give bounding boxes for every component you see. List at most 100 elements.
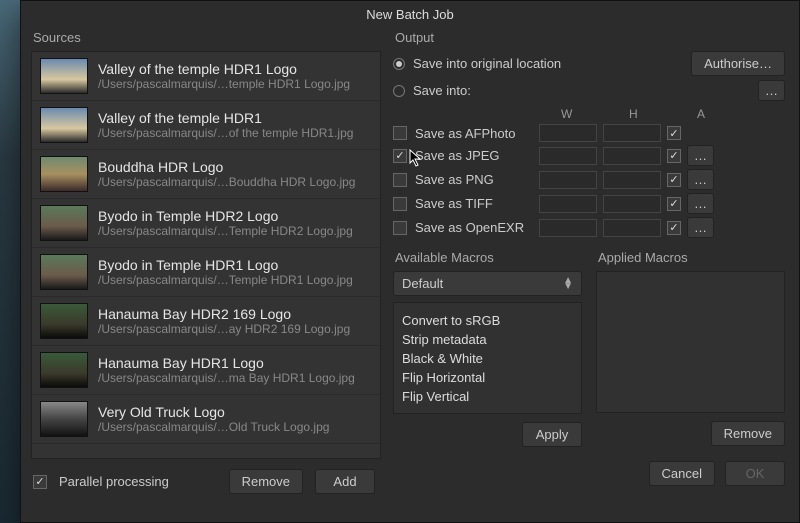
sources-list[interactable]: Valley of the temple HDR1 Logo/Users/pas…: [31, 51, 381, 459]
format-width-input[interactable]: [539, 219, 597, 237]
col-w-label: W: [561, 107, 621, 121]
source-item[interactable]: Hanauma Bay HDR2 169 Logo/Users/pascalma…: [32, 297, 380, 346]
available-macros-col: Available Macros Default ▲▼ Convert to s…: [393, 248, 582, 447]
macro-category-value: Default: [402, 276, 443, 291]
apply-macro-button[interactable]: Apply: [522, 422, 582, 447]
source-thumbnail: [40, 205, 88, 241]
available-macros-list[interactable]: Convert to sRGB Strip metadata Black & Whi…: [393, 302, 582, 414]
source-item[interactable]: Byodo in Temple HDR1 Logo/Users/pascalma…: [32, 248, 380, 297]
format-aspect-checkbox[interactable]: [667, 173, 681, 187]
dialog-content: Sources Valley of the temple HDR1 Logo/U…: [21, 28, 799, 521]
format-checkbox[interactable]: [393, 173, 407, 187]
left-panel: Sources Valley of the temple HDR1 Logo/U…: [21, 28, 381, 521]
format-width-input[interactable]: [539, 147, 597, 165]
format-aspect-checkbox[interactable]: [667, 126, 681, 140]
parallel-processing-checkbox[interactable]: [33, 475, 47, 489]
source-texts: Byodo in Temple HDR1 Logo/Users/pascalma…: [98, 257, 353, 287]
macro-item[interactable]: Flip Horizontal: [402, 370, 573, 385]
macro-item[interactable]: Black & White: [402, 351, 573, 366]
format-rows: Save as AFPhotoSave as JPEG…Save as PNG……: [393, 124, 785, 238]
cancel-button[interactable]: Cancel: [649, 461, 715, 486]
format-row: Save as PNG …: [393, 169, 785, 190]
source-thumbnail: [40, 107, 88, 143]
format-aspect-checkbox[interactable]: [667, 197, 681, 211]
source-thumbnail: [40, 352, 88, 388]
source-path: /Users/pascalmarquis/…ma Bay HDR1 Logo.j…: [98, 371, 355, 385]
format-height-input[interactable]: [603, 219, 661, 237]
col-a-label: A: [697, 107, 757, 121]
dimension-headers: W H A: [561, 107, 785, 121]
macro-item[interactable]: Strip metadata: [402, 332, 573, 347]
macro-category-select[interactable]: Default ▲▼: [393, 271, 582, 296]
save-into-browse-button[interactable]: …: [758, 80, 785, 101]
save-into-radio[interactable]: [393, 85, 405, 97]
source-name: Bouddha HDR Logo: [98, 159, 355, 175]
source-item[interactable]: Valley of the temple HDR1/Users/pascalma…: [32, 101, 380, 150]
save-original-radio[interactable]: [393, 58, 405, 70]
source-texts: Hanauma Bay HDR2 169 Logo/Users/pascalma…: [98, 306, 350, 336]
output-label: Output: [395, 30, 785, 45]
ok-button[interactable]: OK: [725, 461, 785, 486]
source-name: Hanauma Bay HDR2 169 Logo: [98, 306, 350, 322]
format-row: Save as TIFF…: [393, 193, 785, 214]
macro-item[interactable]: Flip Vertical: [402, 389, 573, 404]
available-macros-label: Available Macros: [395, 250, 582, 265]
remove-macro-button[interactable]: Remove: [711, 421, 785, 446]
sources-footer: Parallel processing Remove Add: [31, 459, 381, 500]
source-path: /Users/pascalmarquis/…of the temple HDR1…: [98, 126, 353, 140]
format-checkbox[interactable]: [393, 126, 407, 140]
dialog-title: New Batch Job: [21, 1, 799, 28]
format-width-input[interactable]: [539, 124, 597, 142]
format-checkbox[interactable]: [393, 197, 407, 211]
format-height-input[interactable]: [603, 124, 661, 142]
updown-icon: ▲▼: [563, 278, 573, 290]
source-item[interactable]: Very Old Truck Logo/Users/pascalmarquis/…: [32, 395, 380, 444]
source-thumbnail: [40, 254, 88, 290]
format-aspect-checkbox[interactable]: [667, 149, 681, 163]
format-options-button[interactable]: …: [687, 193, 714, 214]
macros-area: Available Macros Default ▲▼ Convert to s…: [393, 248, 785, 447]
source-thumbnail: [40, 58, 88, 94]
macro-item[interactable]: Convert to sRGB: [402, 313, 573, 328]
source-item[interactable]: Byodo in Temple HDR2 Logo/Users/pascalma…: [32, 199, 380, 248]
format-width-input[interactable]: [539, 171, 597, 189]
format-checkbox[interactable]: [393, 221, 407, 235]
format-label: Save as JPEG: [415, 148, 500, 163]
format-height-input[interactable]: [603, 171, 661, 189]
format-checkbox[interactable]: [393, 149, 407, 163]
applied-macros-list[interactable]: [596, 271, 785, 413]
source-texts: Hanauma Bay HDR1 Logo/Users/pascalmarqui…: [98, 355, 355, 385]
source-path: /Users/pascalmarquis/…temple HDR1 Logo.j…: [98, 77, 350, 91]
format-options-button[interactable]: …: [687, 145, 714, 166]
source-texts: Very Old Truck Logo/Users/pascalmarquis/…: [98, 404, 329, 434]
source-thumbnail: [40, 401, 88, 437]
source-texts: Bouddha HDR Logo/Users/pascalmarquis/…Bo…: [98, 159, 355, 189]
save-into-label: Save into:: [413, 83, 471, 98]
format-height-input[interactable]: [603, 195, 661, 213]
applied-macros-actions: Remove: [596, 421, 785, 446]
source-item[interactable]: Bouddha HDR Logo/Users/pascalmarquis/…Bo…: [32, 150, 380, 199]
source-item[interactable]: Hanauma Bay HDR1 Logo/Users/pascalmarqui…: [32, 346, 380, 395]
source-name: Valley of the temple HDR1 Logo: [98, 61, 350, 77]
source-item[interactable]: Valley of the temple HDR1 Logo/Users/pas…: [32, 52, 380, 101]
applied-macros-col: Applied Macros Remove: [596, 248, 785, 447]
authorise-button[interactable]: Authorise…: [691, 51, 785, 76]
source-texts: Valley of the temple HDR1 Logo/Users/pas…: [98, 61, 350, 91]
sources-label: Sources: [33, 30, 381, 45]
format-options-button[interactable]: …: [687, 217, 714, 238]
format-options-button[interactable]: …: [687, 169, 714, 190]
format-label: Save as OpenEXR: [415, 220, 524, 235]
source-path: /Users/pascalmarquis/…Temple HDR1 Logo.j…: [98, 273, 353, 287]
sources-remove-button[interactable]: Remove: [229, 469, 303, 494]
source-name: Byodo in Temple HDR2 Logo: [98, 208, 353, 224]
batch-job-dialog: New Batch Job Sources Valley of the temp…: [20, 0, 800, 523]
source-path: /Users/pascalmarquis/…Bouddha HDR Logo.j…: [98, 175, 355, 189]
source-thumbnail: [40, 303, 88, 339]
format-height-input[interactable]: [603, 147, 661, 165]
sources-add-button[interactable]: Add: [315, 469, 375, 494]
applied-macros-label: Applied Macros: [598, 250, 785, 265]
source-path: /Users/pascalmarquis/…Temple HDR2 Logo.j…: [98, 224, 353, 238]
format-aspect-checkbox[interactable]: [667, 221, 681, 235]
format-label: Save as PNG: [415, 172, 494, 187]
format-width-input[interactable]: [539, 195, 597, 213]
